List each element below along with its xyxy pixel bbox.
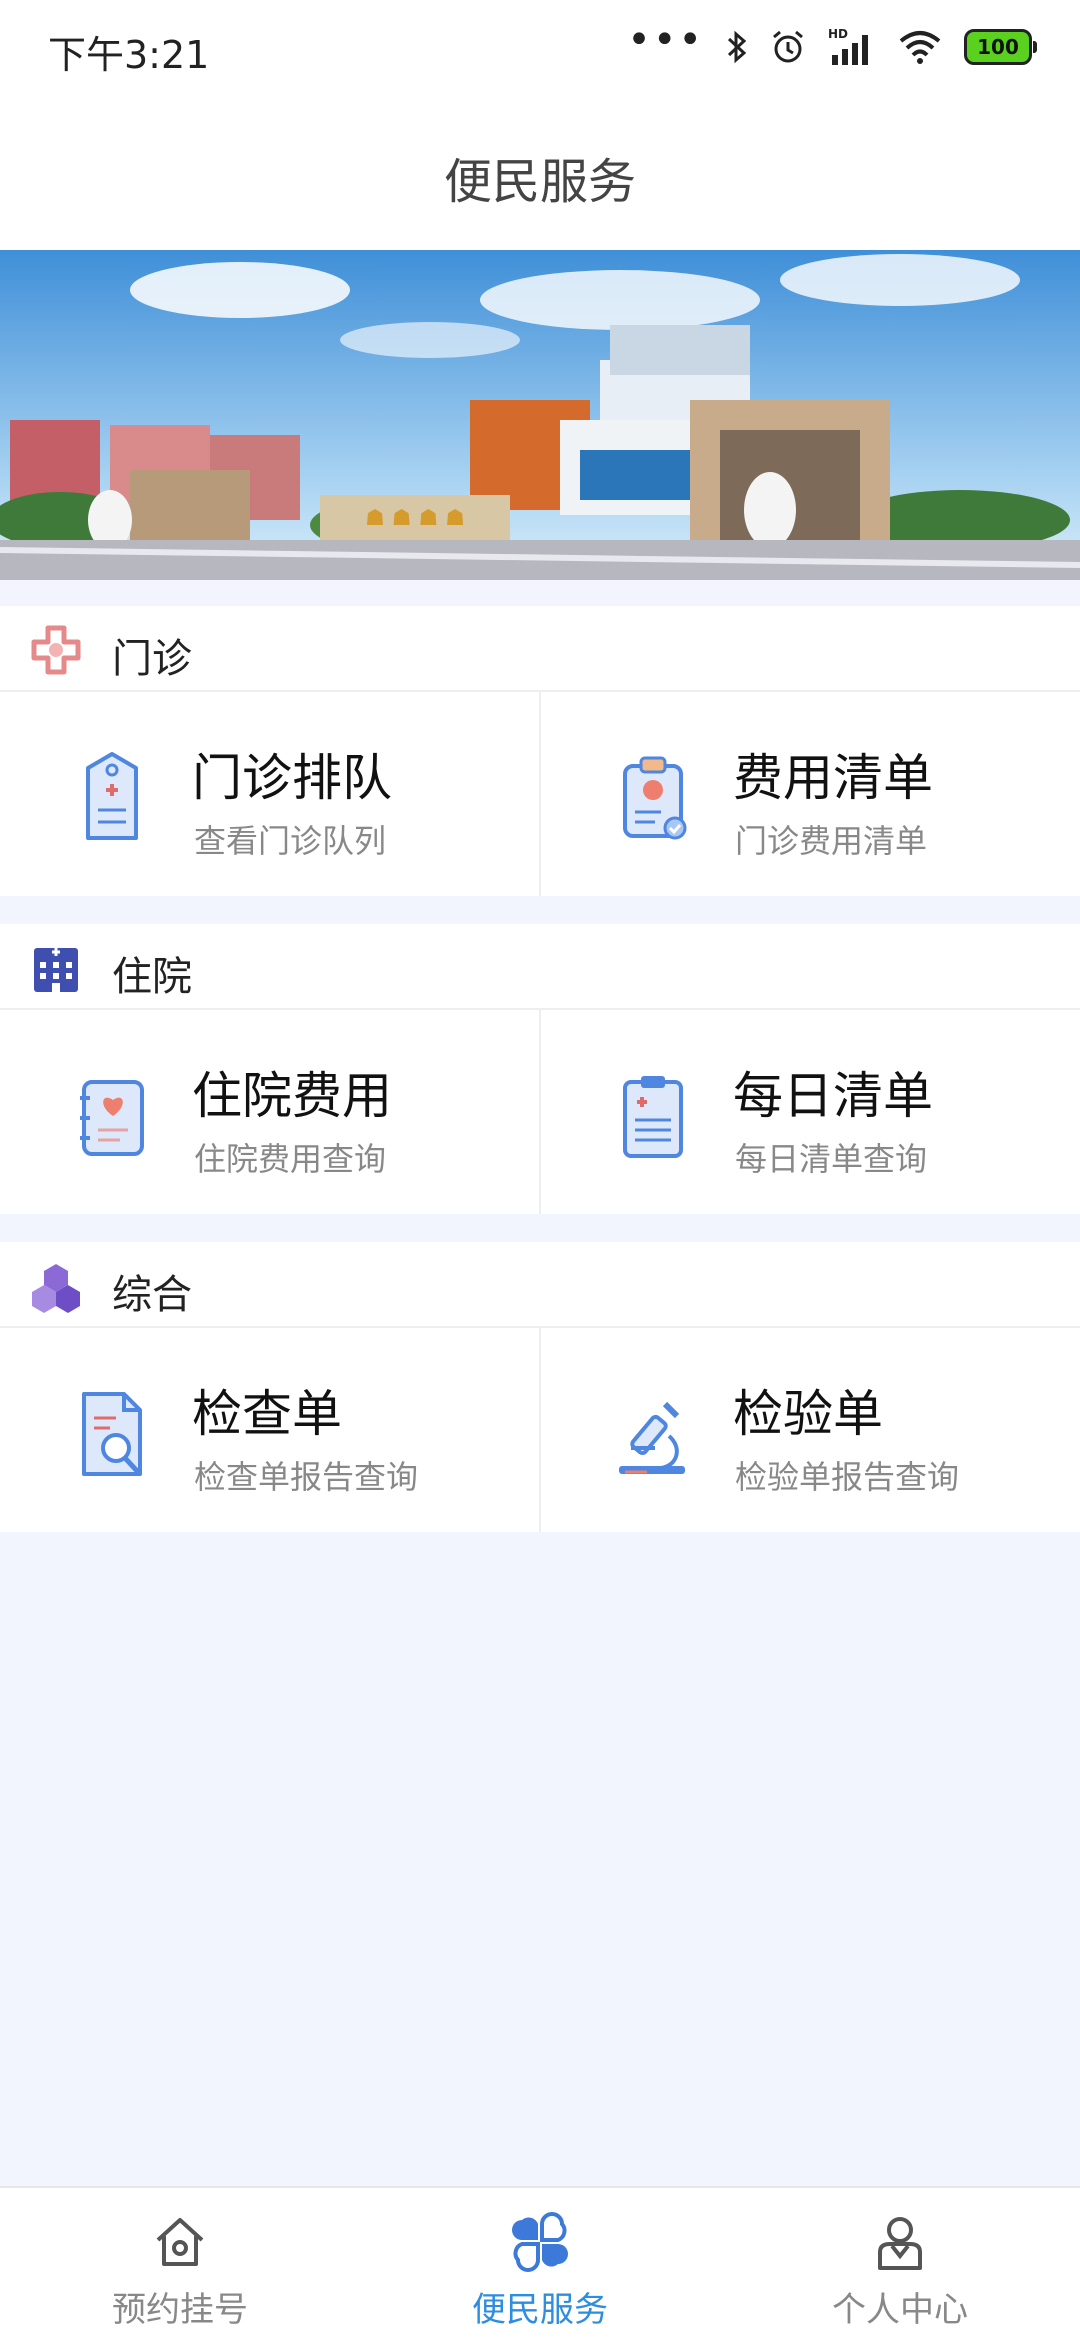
heart-record-icon bbox=[80, 1080, 144, 1156]
tab-personal-center[interactable]: 个人中心 bbox=[720, 2188, 1080, 2342]
card-daily-list[interactable]: 每日清单 每日清单查询 bbox=[539, 1010, 1080, 1214]
card-fee-list[interactable]: 费用清单 门诊费用清单 bbox=[539, 692, 1080, 896]
card-subtitle: 检验单报告查询 bbox=[735, 1458, 960, 1496]
card-title: 检查单 bbox=[192, 1385, 342, 1443]
section-inpatient-header: 住院 bbox=[0, 924, 1080, 1010]
card-exam-report[interactable]: 检查单 检查单报告查询 bbox=[0, 1328, 539, 1532]
section-outpatient-grid: 门诊排队 查看门诊队列 费用清单 门诊费用清单 bbox=[0, 692, 1080, 896]
section-general-header: 综合 bbox=[0, 1242, 1080, 1328]
section-label: 住院 bbox=[112, 954, 192, 1000]
section-inpatient-grid: 住院费用 住院费用查询 每日清单 每日清单查询 bbox=[0, 1010, 1080, 1214]
status-icons: ••• HD 100 bbox=[627, 17, 1037, 70]
card-subtitle: 检查单报告查询 bbox=[194, 1458, 419, 1496]
section-label: 门诊 bbox=[112, 636, 192, 682]
tab-appointment[interactable]: 预约挂号 bbox=[0, 2188, 360, 2342]
tab-convenience-service[interactable]: 便民服务 bbox=[360, 2188, 720, 2342]
clover-icon bbox=[512, 2212, 568, 2272]
report-search-icon bbox=[82, 1392, 142, 1476]
fee-list-icon bbox=[623, 756, 687, 840]
person-icon bbox=[878, 2217, 922, 2270]
card-subtitle: 每日清单查询 bbox=[735, 1140, 928, 1178]
queue-tag-icon bbox=[86, 752, 138, 840]
battery-indicator: 100 bbox=[964, 29, 1037, 65]
card-title: 住院费用 bbox=[192, 1067, 392, 1125]
card-lab-report[interactable]: 检验单 检验单报告查询 bbox=[539, 1328, 1080, 1532]
section-general-grid: 检查单 检查单报告查询 检验单 检验单报告查询 bbox=[0, 1328, 1080, 1532]
signal-icon: HD bbox=[828, 27, 868, 65]
signal-hd-label: HD bbox=[828, 27, 848, 41]
section-outpatient-header: 门诊 bbox=[0, 606, 1080, 692]
wifi-icon bbox=[899, 31, 941, 64]
bluetooth-icon bbox=[727, 30, 747, 64]
card-outpatient-queue[interactable]: 门诊排队 查看门诊队列 bbox=[0, 692, 539, 896]
card-inpatient-fee[interactable]: 住院费用 住院费用查询 bbox=[0, 1010, 539, 1214]
cubes-icon bbox=[32, 1264, 80, 1313]
banner-gate-sign: ☗ ☗ ☗ ☗ bbox=[365, 506, 465, 531]
tab-label: 便民服务 bbox=[472, 2290, 608, 2330]
microscope-icon bbox=[619, 1401, 685, 1474]
card-title: 检验单 bbox=[733, 1385, 883, 1443]
hospital-banner-image: ☗ ☗ ☗ ☗ bbox=[0, 250, 1080, 580]
page-header: 便民服务 bbox=[0, 100, 1080, 250]
card-subtitle: 查看门诊队列 bbox=[194, 822, 387, 860]
card-subtitle: 门诊费用清单 bbox=[735, 822, 928, 860]
section-label: 综合 bbox=[112, 1272, 192, 1318]
tab-label: 预约挂号 bbox=[112, 2290, 248, 2330]
page-title: 便民服务 bbox=[443, 154, 636, 210]
status-bar: 下午3:21 ••• HD 100 bbox=[0, 0, 1080, 100]
home-icon bbox=[156, 2218, 204, 2266]
clipboard-icon bbox=[623, 1076, 683, 1158]
card-subtitle: 住院费用查询 bbox=[194, 1140, 387, 1178]
bottom-tab-bar: 预约挂号 便民服务 个人中心 bbox=[0, 2186, 1080, 2342]
card-title: 每日清单 bbox=[733, 1067, 933, 1125]
alarm-icon bbox=[773, 30, 803, 63]
card-title: 门诊排队 bbox=[192, 749, 392, 807]
more-dots-icon: ••• bbox=[627, 17, 704, 63]
outpatient-cross-icon bbox=[31, 625, 81, 675]
tab-label: 个人中心 bbox=[832, 2290, 968, 2330]
status-time: 下午3:21 bbox=[48, 33, 210, 77]
card-title: 费用清单 bbox=[733, 749, 933, 807]
hospital-building-icon bbox=[34, 948, 78, 992]
